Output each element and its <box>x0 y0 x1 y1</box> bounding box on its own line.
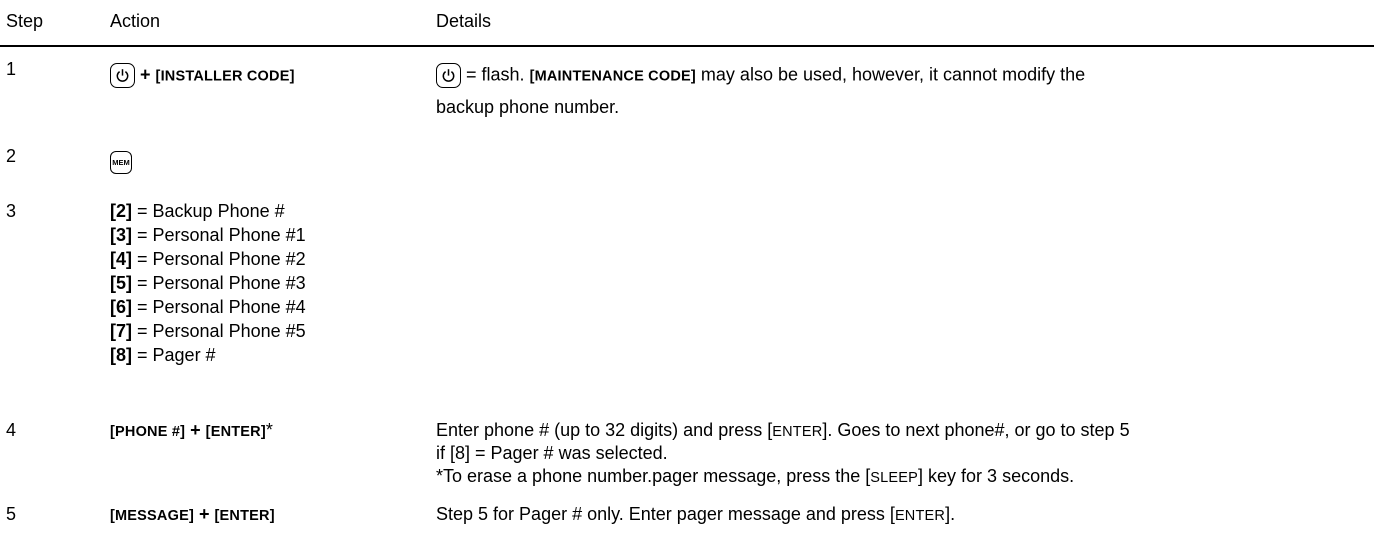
maintenance-code-label: [MAINTENANCE CODE] <box>529 68 696 85</box>
mem-key-icon: MEM <box>110 150 132 174</box>
step-5-details: Step 5 for Pager # only. Enter pager mes… <box>436 504 956 524</box>
step-1-details: = flash. [MAINTENANCE CODE] may also be … <box>436 63 1356 88</box>
step-4-details-line1: Enter phone # (up to 32 digits) and pres… <box>436 420 1130 440</box>
step-1-details-line2: backup phone number. <box>436 97 620 117</box>
step-1-action: + [INSTALLER CODE] <box>110 63 295 88</box>
step-2-action: MEM <box>110 150 132 174</box>
step-5-number: 5 <box>6 504 17 524</box>
list-item: [5] = Personal Phone #3 <box>110 273 306 293</box>
step-4-details-line2: if [8] = Pager # was selected. <box>436 443 668 463</box>
details-text: may also be used, however, it cannot mod… <box>700 64 1086 85</box>
list-item: [3] = Personal Phone #1 <box>110 225 306 245</box>
header-action: Action <box>110 11 161 31</box>
list-item: [2] = Backup Phone # <box>110 201 285 221</box>
details-text: = flash. <box>466 64 525 85</box>
installer-code-label: [INSTALLER CODE] <box>155 68 295 85</box>
list-item: [8] = Pager # <box>110 345 216 365</box>
list-item: [6] = Personal Phone #4 <box>110 297 306 317</box>
power-key-icon <box>110 63 135 88</box>
step-5-action: [MESSAGE] + [ENTER] <box>110 504 275 524</box>
list-item: [4] = Personal Phone #2 <box>110 249 306 269</box>
step-3-action-list: [2] = Backup Phone # [3] = Personal Phon… <box>110 199 306 367</box>
power-key-icon <box>436 63 461 88</box>
header-details: Details <box>436 11 492 31</box>
step-4-details-line3: *To erase a phone number.pager message, … <box>436 466 1075 486</box>
header-step: Step <box>6 11 44 31</box>
step-4-action: [PHONE #] + [ENTER]* <box>110 420 273 440</box>
header-rule <box>0 45 1374 47</box>
list-item: [7] = Personal Phone #5 <box>110 321 306 341</box>
plus-sign: + <box>140 64 151 85</box>
step-3-number: 3 <box>6 201 17 221</box>
step-2-number: 2 <box>6 146 17 166</box>
step-4-number: 4 <box>6 420 17 440</box>
step-1-number: 1 <box>6 59 17 79</box>
